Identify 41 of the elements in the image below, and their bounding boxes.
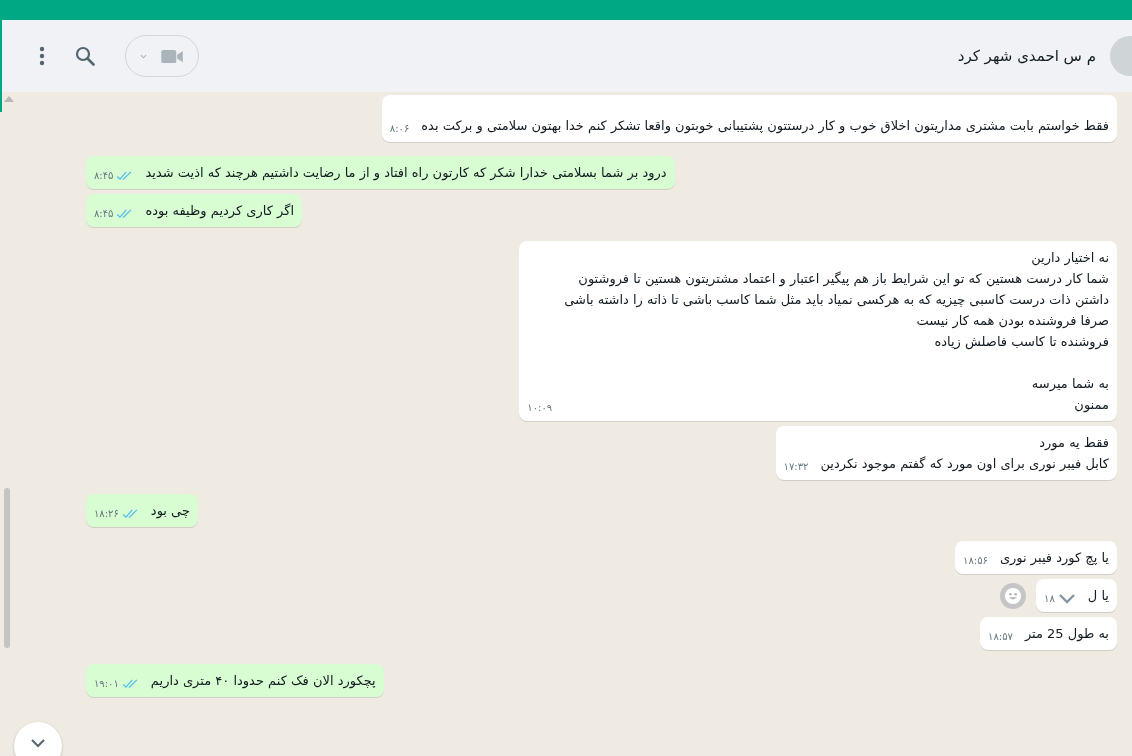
message-bubble[interactable]: چی بود ۱۸:۲۶ — [86, 494, 198, 527]
message-time: ۱۸:۵۷ — [988, 630, 1013, 644]
message-bubble[interactable]: به طول 25 متر ۱۸:۵۷ — [980, 617, 1117, 650]
message-text: فقط خواستم بابت مشتری مداریتون اخلاق خوب و کار درستتون پشتیبانی خوبتون واقعا تشکر کنم خدا بهتون سلامتی و برکت بده — [421, 117, 1109, 136]
message-time: ۱۹:۰۱ — [94, 677, 119, 691]
message-text: چی بود — [150, 502, 190, 521]
message-bubble[interactable]: یا ل ۱۸ — [1036, 579, 1117, 612]
message-time: ۱۸:۵۶ — [963, 554, 988, 568]
scroll-down-button[interactable] — [14, 722, 62, 756]
menu-icon[interactable] — [39, 46, 45, 66]
message-bubble[interactable]: فقط یه مورد کابل فیبر نوری برای اون مورد که گفتم موجود نکردین ۱۷:۳۲ — [775, 426, 1117, 480]
message-bubble[interactable]: اگر کاری کردیم وظیفه بوده ۸:۴۵ — [86, 194, 303, 227]
message-time: ۸:۰۶ — [389, 122, 410, 136]
message-text: پچکورد الان فک کنم حدودا ۴۰ متری داریم — [150, 672, 376, 691]
message-time: ۱۸ — [1044, 592, 1055, 606]
message-time: ۱۰:۰۹ — [527, 401, 553, 415]
message-text: به طول 25 متر — [1024, 625, 1109, 644]
search-icon[interactable] — [75, 46, 95, 66]
avatar[interactable] — [1110, 36, 1132, 76]
message-time: ۸:۴۵ — [94, 169, 114, 183]
message-bubble[interactable]: پچکورد الان فک کنم حدودا ۴۰ متری داریم ۱۹:۰۱ — [86, 664, 384, 697]
message-text: درود بر شما بسلامتی خدارا شکر که کارتون راه افتاد و از ما رضایت داشتیم هرچند که اذیت شدید — [145, 164, 667, 183]
message-time: ۱۸:۲۶ — [94, 507, 119, 521]
contact-name: م س احمدی شهر کرد — [957, 47, 1096, 65]
scroll-up-icon[interactable] — [4, 96, 14, 102]
caret-icon[interactable] — [140, 53, 147, 59]
message-text: نه اختیار دارین شما کار درست هستین که تو این شرایط باز هم پیگیر اعتبار و اعتماد مشتریتون هستین تا فروشتون داشتن ذات درست کاسبی چیزیه که به هرکسی نمیاد باید مثل شما کاسب باشی تا ذاته را داشته باشی صرفا فروشنده بودن همه کار نیست فروشنده تا کاسب فاصلش زیاده به شما میرسه ممنون — [564, 249, 1109, 415]
video-camera-icon[interactable] — [161, 48, 184, 64]
chevron-down-icon[interactable] — [1057, 593, 1076, 605]
chevron-down-icon[interactable] — [30, 738, 46, 748]
message-text: فقط یه مورد کابل فیبر نوری برای اون مورد که گفتم موجود نکردین — [820, 434, 1109, 474]
message-time: ۸:۴۵ — [94, 207, 114, 221]
message-bubble[interactable]: درود بر شما بسلامتی خدارا شکر که کارتون راه افتاد و از ما رضایت داشتیم هرچند که اذیت شدید ۸:۴۵ — [86, 156, 675, 189]
message-bubble[interactable]: یا پچ کورد فیبر نوری ۱۸:۵۶ — [955, 541, 1117, 574]
message-time: ۱۷:۳۲ — [783, 460, 809, 474]
message-bubble[interactable] — [519, 241, 1117, 421]
message-text: یا پچ کورد فیبر نوری — [999, 549, 1109, 568]
scrollbar[interactable] — [4, 488, 10, 648]
message-bubble[interactable]: فقط خواستم بابت مشتری مداریتون اخلاق خوب و کار درستتون پشتیبانی خوبتون واقعا تشکر کنم خدا بهتون سلامتی و برکت بده ۸:۰۶ — [381, 95, 1117, 142]
message-text: یا ل — [1087, 587, 1109, 605]
message-text: اگر کاری کردیم وظیفه بوده — [145, 202, 295, 221]
